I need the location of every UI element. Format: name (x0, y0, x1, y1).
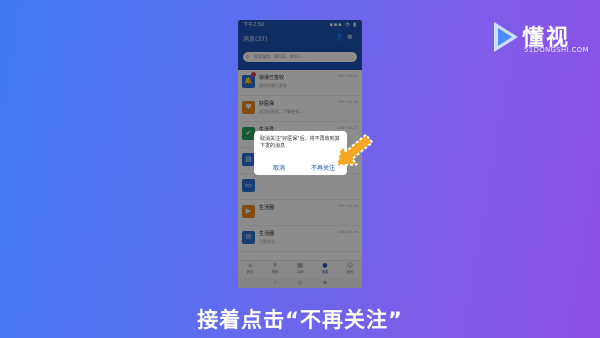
pointer-arrow-icon (335, 133, 374, 167)
play-logo-icon (494, 22, 518, 52)
caption: 接着点击“不再关注” (197, 308, 403, 332)
brand-domain: 51DONGSHI.COM (524, 46, 589, 54)
brand-logo: 懂视 51DONGSHI.COM (488, 18, 592, 60)
cancel-button[interactable]: 取消 (260, 163, 298, 172)
